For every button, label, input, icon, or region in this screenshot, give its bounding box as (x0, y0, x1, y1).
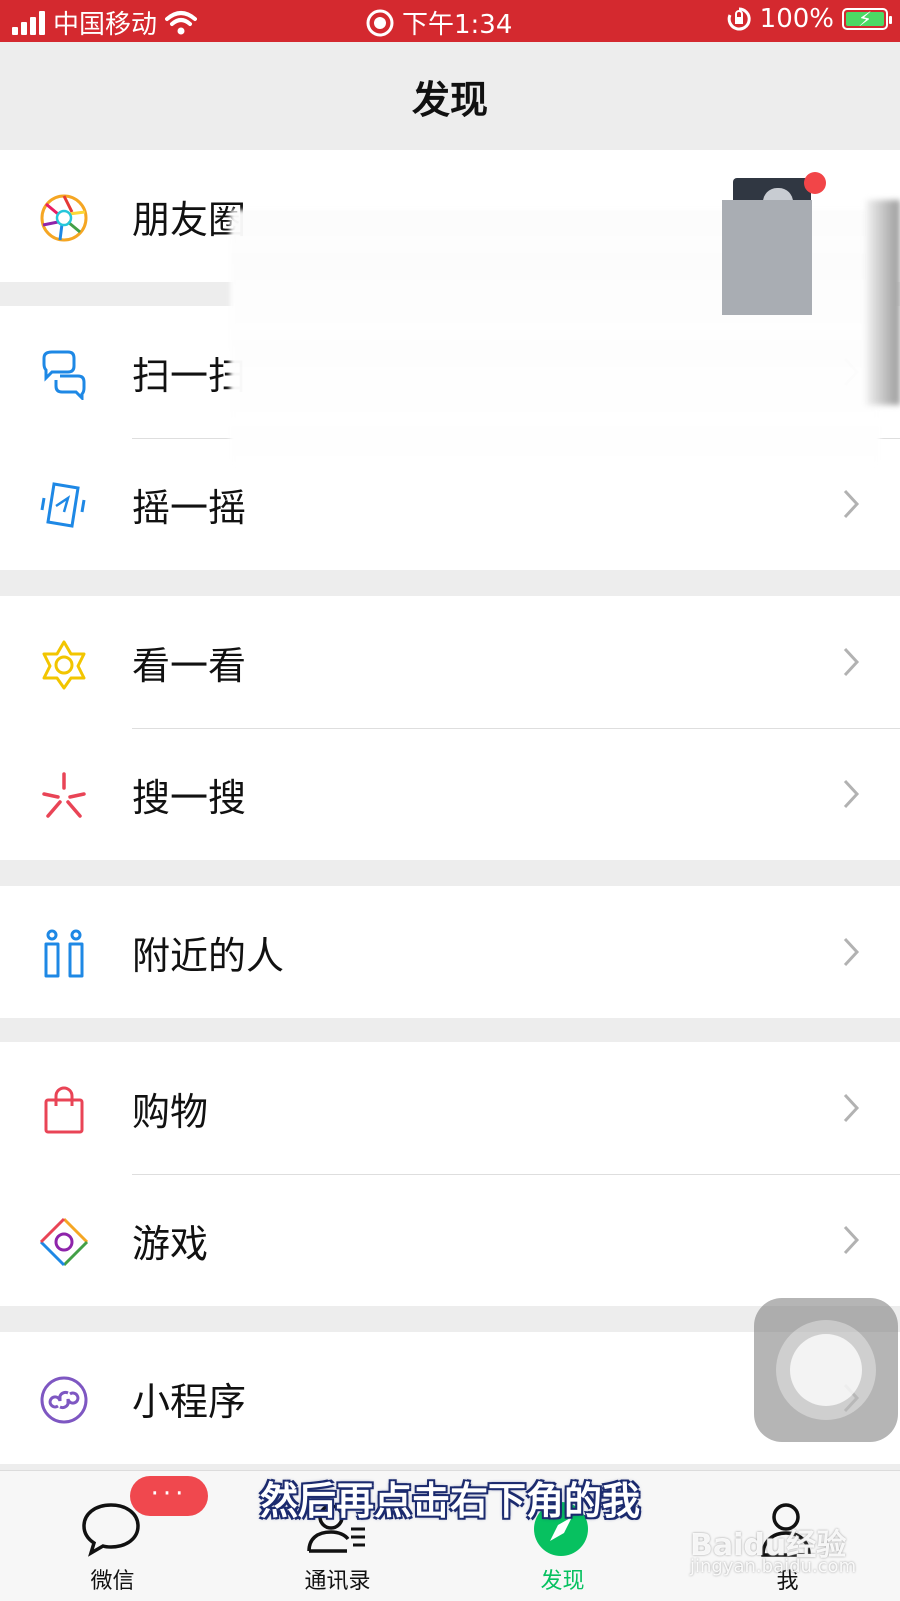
shopping-bag-icon (38, 1084, 90, 1136)
blur-overlay-thumb (722, 200, 812, 315)
watermark: Baidu经验 jingyan.baidu.com (690, 1520, 890, 1590)
subtitle-caption: 然后再点击右下角的我 (259, 1479, 640, 1523)
blur-overlay-edge (866, 200, 900, 405)
battery-percent: 100% (759, 4, 834, 34)
wifi-icon (165, 10, 198, 34)
shopping-label: 购物 (132, 1089, 209, 1134)
nav-bar: 发现 (0, 42, 900, 150)
menu-item-look[interactable]: 看一看 (0, 596, 900, 728)
rotation-lock-icon (727, 7, 751, 31)
new-moments-dot (804, 172, 826, 194)
chevron-right-icon (843, 1093, 860, 1123)
watermark-url: jingyan.baidu.com (690, 1556, 857, 1577)
menu-item-games[interactable]: 游戏 (0, 1174, 900, 1306)
chevron-right-icon (843, 1225, 860, 1255)
battery-icon: ⚡ (842, 7, 892, 31)
look-search-group: 看一看 搜一搜 (0, 596, 900, 860)
scan-icon (38, 348, 90, 400)
look-label: 看一看 (132, 643, 247, 688)
tab-discover-label: 发现 (540, 1569, 585, 1594)
tab-chats-label: 微信 (90, 1569, 135, 1594)
games-icon (38, 1216, 90, 1268)
scan-label: 扫一扫 (132, 353, 247, 398)
status-right: 100% ⚡ (726, 4, 892, 34)
chevron-right-icon (843, 489, 860, 519)
status-center: 下午1:34 (366, 4, 512, 41)
menu-item-shopping[interactable]: 购物 (0, 1042, 900, 1174)
chevron-right-icon (843, 647, 860, 677)
status-bar: 中国移动 下午1:34 100% ⚡ (0, 0, 900, 42)
status-left: 中国移动 (12, 4, 198, 41)
top-stories-icon (38, 638, 90, 690)
clock: 下午1:34 (402, 10, 513, 40)
shake-label: 摇一摇 (132, 485, 247, 530)
tab-contacts-label: 通讯录 (304, 1569, 371, 1594)
recording-icon (366, 9, 394, 36)
search-spark-icon (38, 770, 90, 822)
signal-icon (12, 10, 45, 35)
shop-games-group: 购物 游戏 (0, 1042, 900, 1306)
chevron-right-icon (843, 937, 860, 967)
menu-item-search[interactable]: 搜一搜 (0, 728, 900, 860)
chevron-right-icon (843, 779, 860, 809)
shake-icon (38, 480, 90, 532)
search-label: 搜一搜 (132, 775, 247, 820)
moments-label: 朋友圈 (132, 197, 247, 242)
aperture-icon (38, 192, 90, 244)
carrier-name: 中国移动 (53, 10, 158, 40)
menu-item-nearby[interactable]: 附近的人 (0, 886, 900, 1018)
assistive-touch-button[interactable] (754, 1298, 898, 1442)
mini-programs-label: 小程序 (132, 1379, 247, 1424)
games-label: 游戏 (132, 1221, 209, 1266)
mini-program-icon (38, 1374, 90, 1426)
nearby-group: 附近的人 (0, 886, 900, 1018)
page-title: 发现 (411, 77, 488, 122)
nearby-label: 附近的人 (132, 933, 285, 978)
people-nearby-icon (38, 928, 90, 980)
